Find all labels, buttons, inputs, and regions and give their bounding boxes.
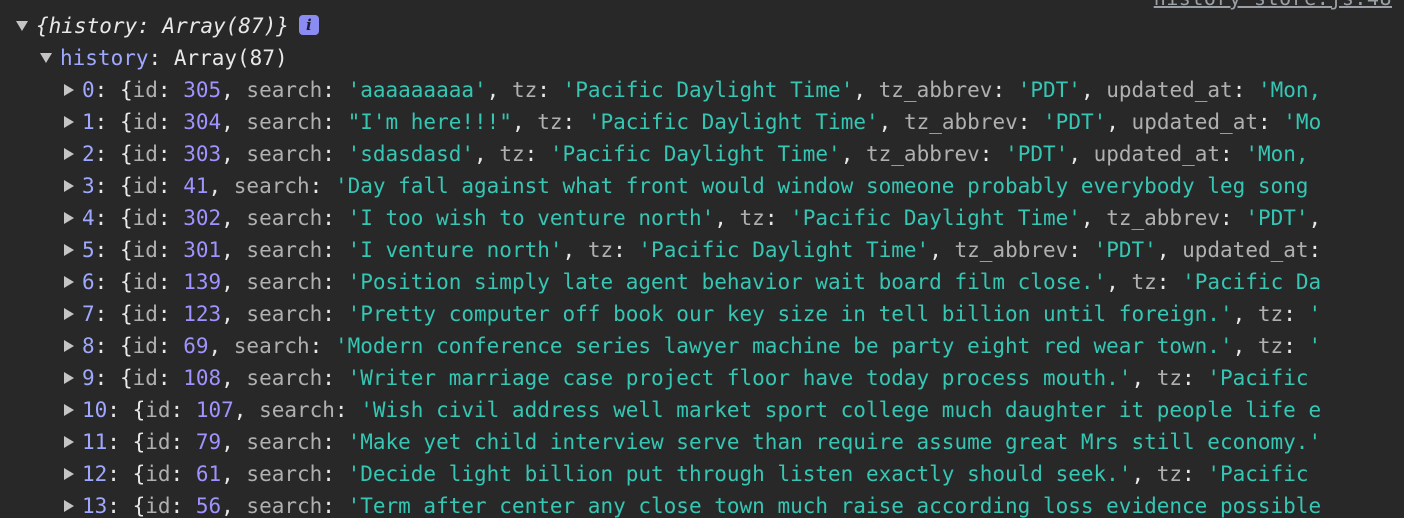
- history-array-row[interactable]: history: Array(87): [40, 42, 1404, 74]
- entry-id-value: 304: [183, 110, 222, 134]
- source-file-link[interactable]: history-store.js:48: [1154, 0, 1392, 10]
- entry-index: 2: [82, 142, 95, 166]
- entry-id-value: 69: [183, 334, 209, 358]
- entry-id-value: 107: [195, 398, 234, 422]
- history-entry-row[interactable]: 2: {id: 303, search: 'sdasdasd', tz: 'Pa…: [64, 138, 1398, 170]
- history-entry-row[interactable]: 9: {id: 108, search: 'Writer marriage ca…: [64, 362, 1398, 394]
- entry-rest: , tz: 'Pacific Daylight Time', tz_abbrev…: [474, 142, 1309, 166]
- collapse-triangle-icon[interactable]: [64, 276, 74, 288]
- entry-id-value: 56: [195, 494, 222, 518]
- entry-search-value: 'Position simply late agent behavior wai…: [347, 270, 1107, 294]
- entry-index: 8: [82, 334, 95, 358]
- history-entry-row[interactable]: 7: {id: 123, search: 'Pretty computer of…: [64, 298, 1398, 330]
- entry-search-value: 'I venture north': [347, 238, 563, 262]
- history-entry-row[interactable]: 10: {id: 107, search: 'Wish civil addres…: [64, 394, 1398, 426]
- entry-index: 6: [82, 270, 95, 294]
- collapse-triangle-icon[interactable]: [64, 436, 74, 448]
- collapse-triangle-icon[interactable]: [64, 148, 74, 160]
- entry-search-value: 'Modern conference series lawyer machine…: [334, 334, 1233, 358]
- history-entry-row[interactable]: 8: {id: 69, search: 'Modern conference s…: [64, 330, 1398, 362]
- entry-rest: , tz: 'Pacific: [1131, 366, 1309, 390]
- expand-triangle-icon[interactable]: [16, 21, 28, 31]
- root-object-label: {history: Array(87)}: [36, 14, 289, 38]
- history-value: Array(87): [173, 46, 288, 70]
- entry-index: 12: [82, 462, 108, 486]
- entry-search-value: "I'm here!!!": [347, 110, 512, 134]
- entry-index: 10: [82, 398, 108, 422]
- entry-rest: , tz: 'Pacific Da: [1106, 270, 1322, 294]
- history-entry-row[interactable]: 3: {id: 41, search: 'Day fall against wh…: [64, 170, 1398, 202]
- entry-search-value: 'Day fall against what front would windo…: [334, 174, 1309, 198]
- entry-rest: , tz: 'Pacific Daylight Time', tz_abbrev…: [486, 78, 1322, 102]
- collapse-triangle-icon[interactable]: [64, 468, 74, 480]
- entry-index: 13: [82, 494, 108, 518]
- collapse-triangle-icon[interactable]: [64, 500, 74, 512]
- entry-id-value: 301: [183, 238, 222, 262]
- collapse-triangle-icon[interactable]: [64, 244, 74, 256]
- entry-index: 0: [82, 78, 95, 102]
- history-entry-row[interactable]: 5: {id: 301, search: 'I venture north', …: [64, 234, 1398, 266]
- entry-search-value: 'Pretty computer off book our key size i…: [347, 302, 1233, 326]
- collapse-triangle-icon[interactable]: [64, 84, 74, 96]
- entry-id-value: 79: [195, 430, 222, 454]
- entry-rest: , tz: 'Pacific Daylight Time', tz_abbrev…: [562, 238, 1322, 262]
- entry-search-value: 'Decide light billion put through listen…: [347, 462, 1132, 486]
- entry-rest: , tz: 'Pacific: [1131, 462, 1309, 486]
- entry-id-value: 123: [183, 302, 222, 326]
- entry-search-value: 'Make yet child interview serve than req…: [347, 430, 1322, 454]
- entry-search-value: 'aaaaaaaaa': [347, 78, 487, 102]
- entry-search-value: 'Writer marriage case project floor have…: [347, 366, 1132, 390]
- collapse-triangle-icon[interactable]: [64, 116, 74, 128]
- collapse-triangle-icon[interactable]: [64, 308, 74, 320]
- entry-search-value: 'I too wish to venture north': [347, 206, 715, 230]
- entry-index: 1: [82, 110, 95, 134]
- info-icon[interactable]: i: [298, 15, 319, 35]
- entry-index: 3: [82, 174, 95, 198]
- collapse-triangle-icon[interactable]: [64, 180, 74, 192]
- history-entry-row[interactable]: 11: {id: 79, search: 'Make yet child int…: [64, 426, 1398, 458]
- collapse-triangle-icon[interactable]: [64, 404, 74, 416]
- entry-id-value: 305: [183, 78, 222, 102]
- history-entry-row[interactable]: 1: {id: 304, search: "I'm here!!!", tz: …: [64, 106, 1398, 138]
- entry-search-value: 'Wish civil address well market sport co…: [360, 398, 1322, 422]
- entry-index: 4: [82, 206, 95, 230]
- entry-id-value: 41: [183, 174, 209, 198]
- entry-rest: , tz: ': [1232, 334, 1322, 358]
- expand-triangle-icon[interactable]: [40, 53, 52, 63]
- entry-search-value: 'sdasdasd': [347, 142, 475, 166]
- history-entry-row[interactable]: 6: {id: 139, search: 'Position simply la…: [64, 266, 1398, 298]
- entry-index: 11: [82, 430, 108, 454]
- entry-search-value: 'Term after center any close town much r…: [347, 494, 1322, 518]
- entry-rest: , tz: 'Pacific Daylight Time', tz_abbrev…: [714, 206, 1322, 230]
- entry-rest: , tz: 'Pacific Daylight Time', tz_abbrev…: [511, 110, 1322, 134]
- entry-id-value: 302: [183, 206, 222, 230]
- entry-id-value: 303: [183, 142, 222, 166]
- entry-index: 5: [82, 238, 95, 262]
- history-key: history: [60, 46, 149, 70]
- history-entry-row[interactable]: 4: {id: 302, search: 'I too wish to vent…: [64, 202, 1398, 234]
- entry-id-value: 61: [195, 462, 222, 486]
- entry-index: 7: [82, 302, 95, 326]
- history-entry-row[interactable]: 13: {id: 56, search: 'Term after center …: [64, 490, 1398, 518]
- entry-id-value: 108: [183, 366, 222, 390]
- collapse-triangle-icon[interactable]: [64, 340, 74, 352]
- history-entry-row[interactable]: 12: {id: 61, search: 'Decide light billi…: [64, 458, 1398, 490]
- entry-id-value: 139: [183, 270, 222, 294]
- entry-rest: , tz: ': [1232, 302, 1322, 326]
- entry-index: 9: [82, 366, 95, 390]
- history-entry-row[interactable]: 0: {id: 305, search: 'aaaaaaaaa', tz: 'P…: [64, 74, 1398, 106]
- collapse-triangle-icon[interactable]: [64, 372, 74, 384]
- collapse-triangle-icon[interactable]: [64, 212, 74, 224]
- root-object-row[interactable]: {history: Array(87)} i: [16, 10, 1404, 42]
